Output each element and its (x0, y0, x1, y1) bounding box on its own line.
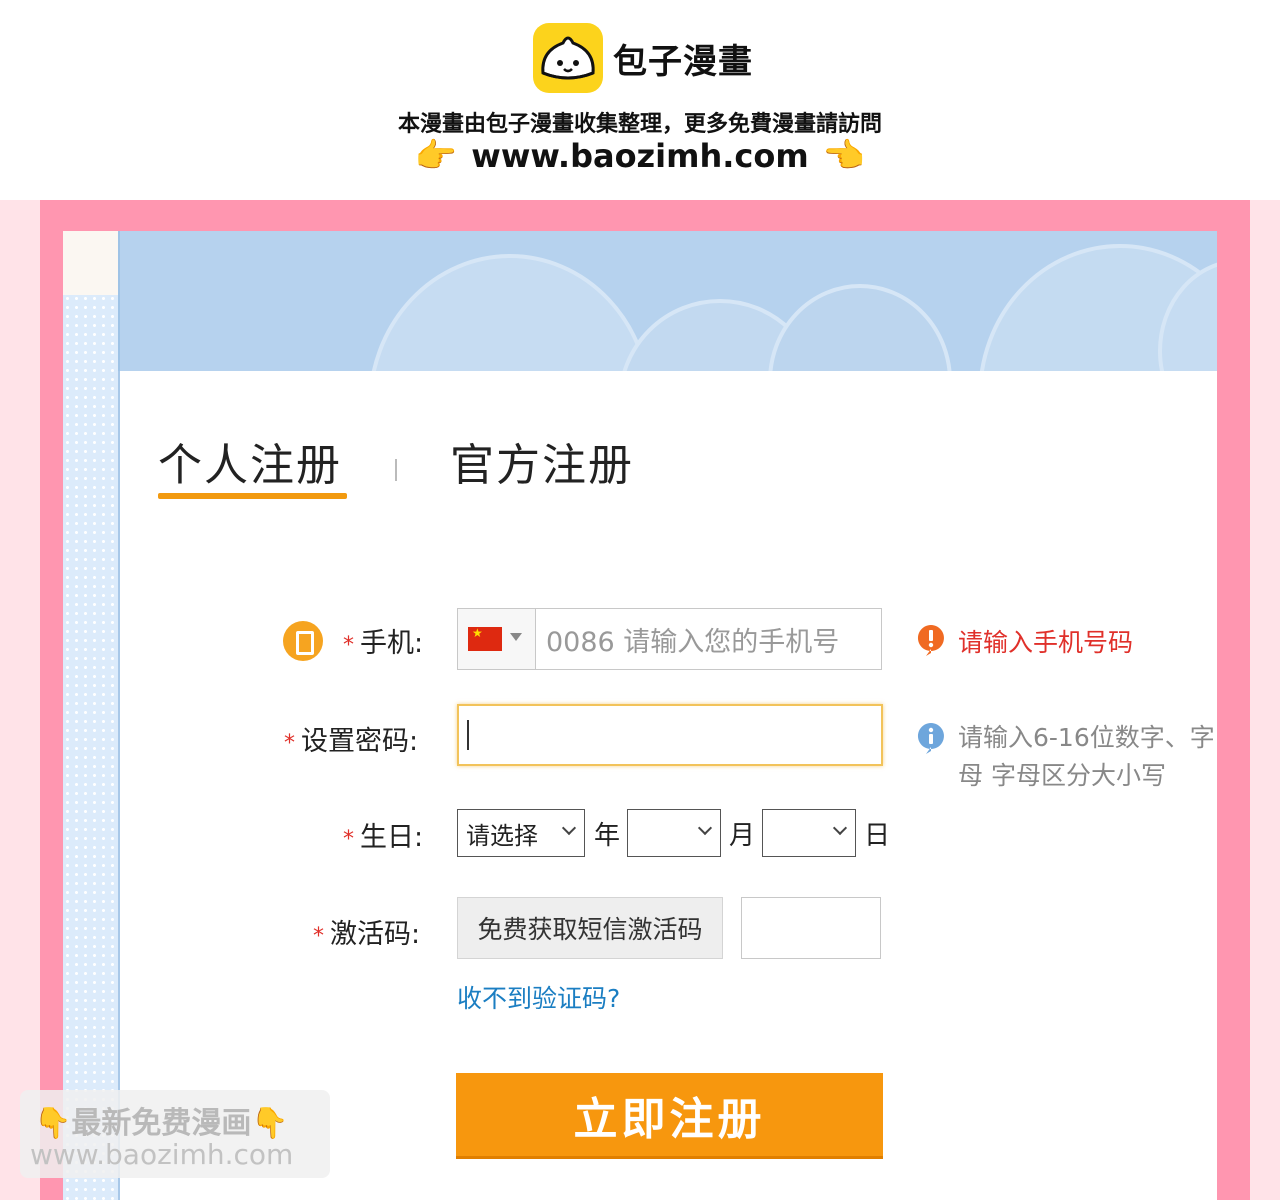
pointing-down-hand-icon: 👇 (251, 1106, 289, 1141)
watermark-title: 👇最新免费漫画👇 (34, 1106, 289, 1141)
top-banner: 包子漫畫 本漫畫由包子漫畫收集整理，更多免費漫畫請訪問 👉 www.baozim… (0, 0, 1280, 200)
registration-screen: 个人注册 官方注册 *手机: 0086 请输入您的手机号 请输入手机号码 *设置… (63, 231, 1217, 1200)
watermark-url: www.baozimh.com (30, 1138, 294, 1171)
dotted-side-strip (63, 231, 118, 1200)
password-label: * 设置密码: (284, 726, 419, 757)
day-unit: 日 (864, 821, 891, 851)
birth-day-select[interactable] (762, 809, 856, 857)
register-now-button[interactable]: 立即注册 (456, 1073, 883, 1159)
year-unit: 年 (594, 821, 621, 851)
no-code-help-link[interactable]: 收不到验证码? (457, 979, 620, 1015)
phone-error-message: 请输入手机号码 (958, 628, 1134, 657)
brand[interactable]: 包子漫畫 (533, 22, 753, 94)
active-tab-indicator (158, 493, 347, 499)
country-code-select[interactable] (457, 608, 535, 670)
password-input[interactable] (457, 704, 883, 766)
tab-personal-registration[interactable]: 个人注册 (158, 429, 342, 493)
get-sms-code-button[interactable]: 免费获取短信激活码 (457, 897, 723, 959)
activation-code-label: * 激活码: (313, 919, 421, 950)
pointing-right-hand-icon: 👉 (414, 136, 458, 176)
china-flag-icon (468, 626, 502, 651)
promo-text: 本漫畫由包子漫畫收集整理，更多免費漫畫請訪問 (397, 112, 882, 137)
side-strip-top (63, 231, 118, 295)
tab-official-registration[interactable]: 官方注册 (450, 429, 634, 493)
pointing-down-hand-icon: 👇 (34, 1106, 72, 1141)
chevron-down-icon (697, 820, 713, 836)
brand-name: 包子漫畫 (613, 41, 753, 82)
chevron-down-icon (832, 820, 848, 836)
watermark: 👇最新免费漫画👇 www.baozimh.com (20, 1090, 330, 1178)
activation-code-input[interactable] (741, 897, 881, 959)
birth-month-select[interactable] (627, 809, 721, 857)
password-hint: 请输入6-16位数字、字母 字母区分大小写 (958, 723, 1215, 790)
site-url-line[interactable]: 👉 www.baozimh.com 👈 (0, 136, 1280, 176)
tab-divider (395, 459, 397, 481)
phone-placeholder: 0086 请输入您的手机号 (546, 626, 840, 658)
phone-input[interactable]: 0086 请输入您的手机号 (535, 608, 882, 670)
required-mark: * (343, 633, 354, 658)
caret-down-icon (510, 633, 522, 641)
text-cursor (467, 720, 469, 750)
cloud-header (118, 231, 1217, 371)
month-unit: 月 (729, 821, 756, 851)
phone-label: * 手机: (343, 628, 424, 659)
info-icon (917, 723, 944, 754)
birth-year-select[interactable]: 请选择 (457, 809, 585, 857)
error-alert-icon (917, 625, 944, 656)
site-url[interactable]: www.baozimh.com (471, 137, 808, 175)
chevron-down-icon (561, 820, 577, 836)
birthday-label: * 生日: (343, 822, 424, 853)
mobile-phone-icon (283, 621, 323, 661)
baozi-logo-icon (533, 23, 603, 93)
pointing-left-hand-icon: 👈 (822, 136, 866, 176)
